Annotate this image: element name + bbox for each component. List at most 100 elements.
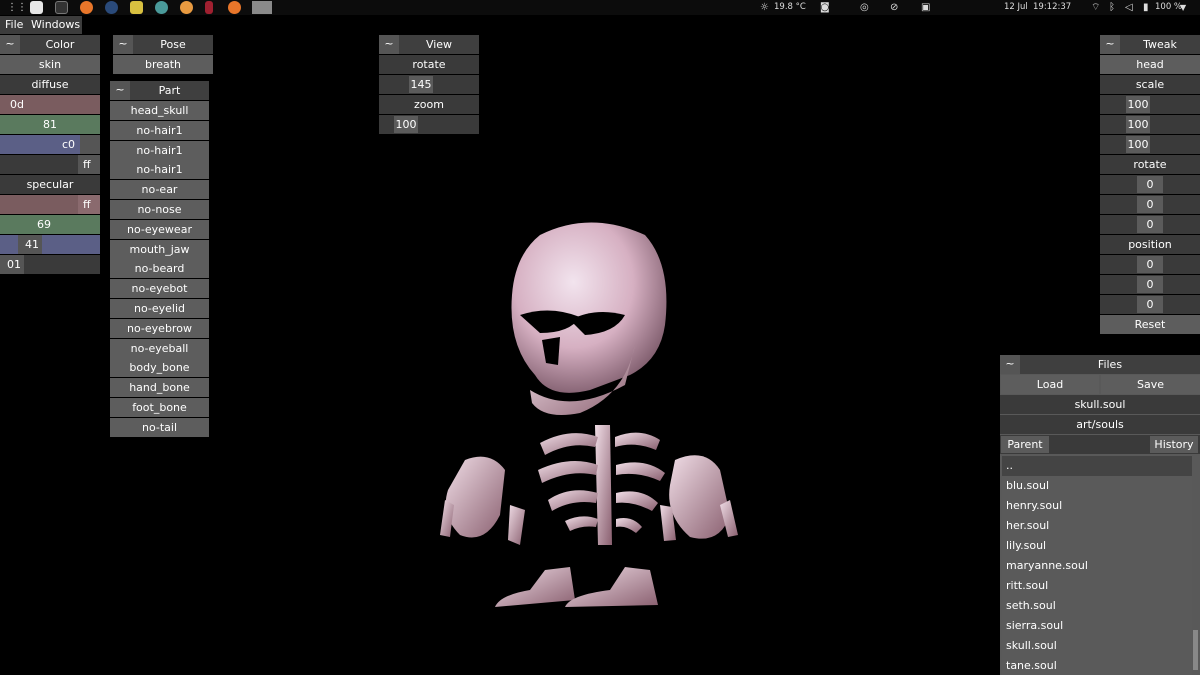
- files-panel-header[interactable]: ~ Files: [1000, 355, 1200, 374]
- file-list-item[interactable]: ..: [1002, 456, 1192, 476]
- file-list-item[interactable]: henry.soul: [1002, 496, 1192, 516]
- diffuse-blue-slider[interactable]: c0: [0, 135, 100, 154]
- pose-panel-collapse-button[interactable]: ~: [113, 35, 133, 54]
- tweak-scale-z-input[interactable]: 100: [1126, 136, 1150, 153]
- tweak-part-select[interactable]: head: [1100, 55, 1200, 74]
- part-item[interactable]: mouth_jaw: [110, 239, 209, 259]
- system-menu-chevron-icon[interactable]: ▼: [1180, 0, 1186, 15]
- part-item[interactable]: no-ear: [110, 180, 209, 200]
- part-panel-collapse-button[interactable]: ~: [110, 81, 130, 100]
- specular-green-slider[interactable]: 69: [0, 215, 100, 234]
- pose-select[interactable]: breath: [113, 55, 213, 74]
- part-item[interactable]: no-eyebot: [110, 279, 209, 299]
- files-app-icon[interactable]: [30, 1, 43, 14]
- blender-app-icon[interactable]: [228, 1, 241, 14]
- battery-text[interactable]: 100 %: [1155, 1, 1182, 14]
- part-item[interactable]: no-eyelid: [110, 299, 209, 318]
- menu-windows[interactable]: Windows: [31, 18, 80, 31]
- tweak-position-y-input[interactable]: 0: [1137, 276, 1163, 293]
- part-item[interactable]: foot_bone: [110, 398, 209, 417]
- wine-app-icon[interactable]: [205, 1, 213, 14]
- active-window-icon[interactable]: [252, 1, 272, 14]
- file-list-item[interactable]: maryanne.soul: [1002, 556, 1192, 576]
- menu-file[interactable]: File: [5, 18, 23, 31]
- part-item[interactable]: no-tail: [110, 417, 209, 437]
- tweak-rotate-z-input[interactable]: 0: [1137, 216, 1163, 233]
- tweak-rotate-x-input[interactable]: 0: [1137, 176, 1163, 193]
- weather-text: 19.8 °C: [774, 2, 806, 12]
- wifi-icon[interactable]: ⌔: [1091, 0, 1100, 15]
- date-text[interactable]: 12 Jul: [1004, 1, 1028, 14]
- file-list-item[interactable]: tane.soul: [1002, 656, 1192, 675]
- file-list-item[interactable]: blu.soul: [1002, 476, 1192, 496]
- pose-panel-header[interactable]: ~ Pose: [113, 35, 213, 54]
- view-panel-collapse-button[interactable]: ~: [379, 35, 399, 54]
- file-list-item[interactable]: her.soul: [1002, 516, 1192, 536]
- tweak-scale-z-row: 100: [1100, 135, 1200, 154]
- diffuse-green-slider[interactable]: 81: [0, 115, 100, 134]
- tweak-rotate-y-input[interactable]: 0: [1137, 196, 1163, 213]
- filename-field[interactable]: skull.soul: [1000, 395, 1200, 414]
- part-item[interactable]: no-eyeball: [110, 338, 209, 358]
- files-panel-collapse-button[interactable]: ~: [1000, 355, 1020, 374]
- gimp-app-icon[interactable]: [180, 1, 193, 14]
- part-item[interactable]: no-eyewear: [110, 219, 209, 239]
- tweak-scale-y-row: 100: [1100, 115, 1200, 134]
- view-zoom-input[interactable]: 100: [394, 116, 418, 133]
- app-grid-icon[interactable]: ⋮⋮: [7, 0, 27, 15]
- part-item[interactable]: head_skull: [110, 101, 209, 120]
- material-select[interactable]: skin: [0, 55, 100, 74]
- load-button[interactable]: Load: [1001, 375, 1099, 394]
- time-text[interactable]: 19:12:37: [1033, 1, 1071, 14]
- view-rotate-input[interactable]: 145: [409, 76, 433, 93]
- tweak-panel-header[interactable]: ~ Tweak: [1100, 35, 1200, 54]
- skeleton-3d-model[interactable]: [420, 215, 760, 615]
- terminal-app-icon[interactable]: [55, 1, 68, 14]
- files-scrollbar[interactable]: [1193, 630, 1198, 670]
- part-item[interactable]: no-eyebrow: [110, 318, 209, 338]
- tweak-position-x-input[interactable]: 0: [1137, 256, 1163, 273]
- screenshot-icon[interactable]: ▣: [921, 0, 930, 15]
- file-list-item[interactable]: sierra.soul: [1002, 616, 1192, 636]
- steam-app-icon[interactable]: [105, 1, 118, 14]
- save-button[interactable]: Save: [1101, 375, 1200, 394]
- settings-app-icon[interactable]: [155, 1, 168, 14]
- bluetooth-icon[interactable]: ᛒ: [1109, 0, 1115, 15]
- battery-icon[interactable]: ▮: [1143, 0, 1149, 15]
- blocked-icon[interactable]: ⊘: [890, 0, 898, 15]
- directory-field[interactable]: art/souls: [1000, 415, 1200, 434]
- part-item[interactable]: no-hair1: [110, 140, 209, 160]
- part-item[interactable]: no-beard: [110, 259, 209, 279]
- part-item[interactable]: no-hair1: [110, 160, 209, 180]
- specular-blue-slider[interactable]: 41: [0, 235, 100, 254]
- tweak-scale-x-row: 100: [1100, 95, 1200, 114]
- part-panel-header[interactable]: ~ Part: [110, 81, 209, 100]
- parent-button[interactable]: Parent: [1001, 436, 1049, 453]
- game-app-icon[interactable]: [130, 1, 143, 14]
- tweak-reset-button[interactable]: Reset: [1100, 315, 1200, 334]
- steam-tray-icon[interactable]: ◎: [860, 0, 869, 15]
- tweak-scale-x-input[interactable]: 100: [1126, 96, 1150, 113]
- volume-icon[interactable]: ◁: [1125, 0, 1133, 15]
- tweak-position-z-input[interactable]: 0: [1137, 296, 1163, 313]
- view-panel-header[interactable]: ~ View: [379, 35, 479, 54]
- specular-alpha-slider[interactable]: 01: [0, 255, 100, 274]
- file-list-item[interactable]: lily.soul: [1002, 536, 1192, 556]
- part-item[interactable]: no-nose: [110, 200, 209, 219]
- specular-red-slider[interactable]: ff: [0, 195, 100, 214]
- monitor-icon[interactable]: ◙: [820, 0, 830, 15]
- firefox-app-icon[interactable]: [80, 1, 93, 14]
- part-item[interactable]: no-hair1: [110, 120, 209, 140]
- part-item[interactable]: hand_bone: [110, 378, 209, 398]
- tweak-scale-y-input[interactable]: 100: [1126, 116, 1150, 133]
- history-button[interactable]: History: [1150, 436, 1198, 453]
- diffuse-red-slider[interactable]: 0d: [0, 95, 100, 114]
- color-panel-header[interactable]: ~ Color: [0, 35, 100, 54]
- diffuse-alpha-slider[interactable]: ff: [0, 155, 100, 174]
- part-item[interactable]: body_bone: [110, 358, 209, 378]
- file-list-item[interactable]: seth.soul: [1002, 596, 1192, 616]
- tweak-panel-collapse-button[interactable]: ~: [1100, 35, 1120, 54]
- color-panel-collapse-button[interactable]: ~: [0, 35, 20, 54]
- file-list-item[interactable]: skull.soul: [1002, 636, 1192, 656]
- file-list-item[interactable]: ritt.soul: [1002, 576, 1192, 596]
